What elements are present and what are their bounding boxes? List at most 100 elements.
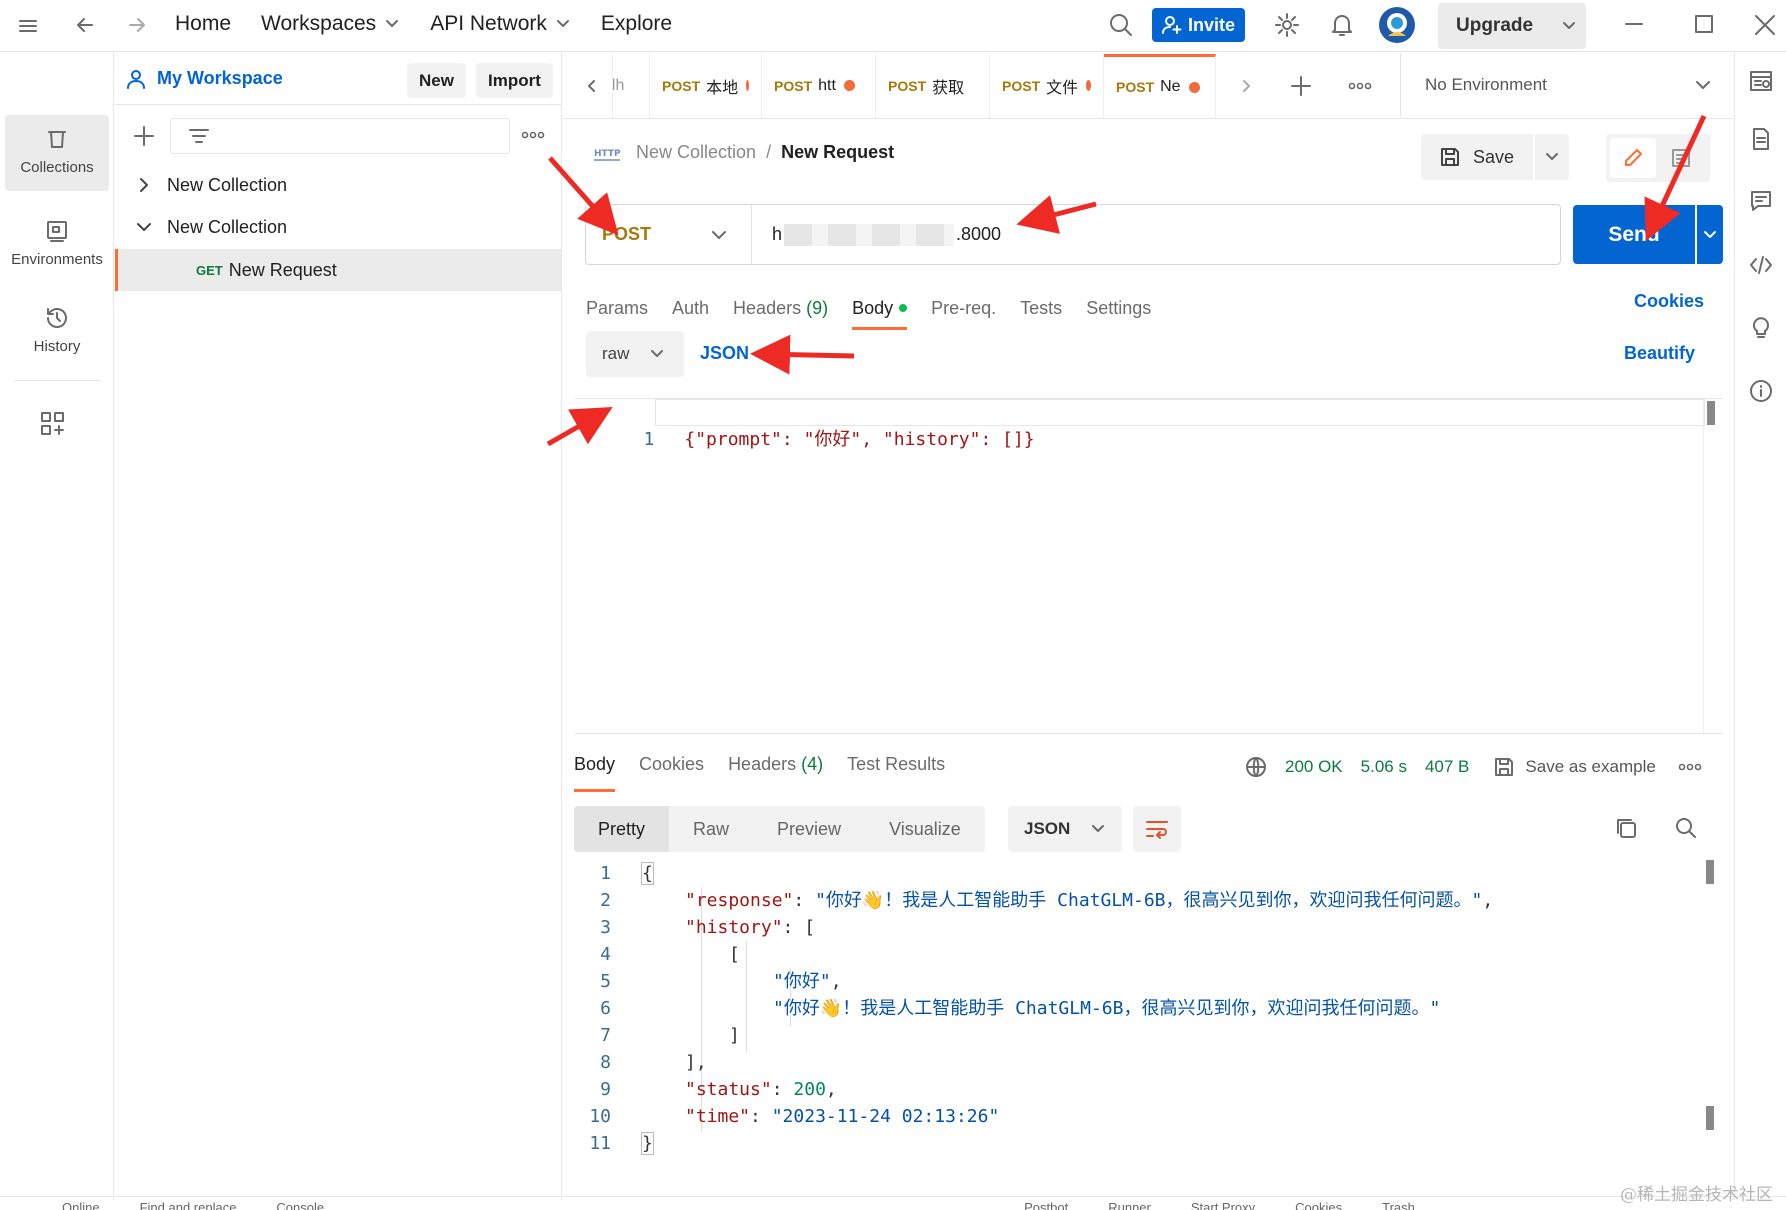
method-select[interactable]: POST (586, 205, 752, 264)
status-online[interactable]: Online (62, 1200, 100, 1210)
send-button[interactable]: Send (1573, 205, 1695, 264)
scroll-thumb-top[interactable] (1706, 860, 1714, 884)
tab-params[interactable]: Params (586, 298, 648, 319)
avatar[interactable] (1378, 6, 1416, 44)
view-visualize[interactable]: Visualize (865, 819, 985, 840)
rail-collections[interactable]: Collections (0, 115, 114, 191)
response-tab-tests[interactable]: Test Results (847, 754, 945, 794)
tab-2[interactable]: POST htt (762, 53, 876, 118)
doc-mode-button[interactable] (1656, 138, 1706, 178)
tabs-scroll-left-icon[interactable] (562, 78, 612, 94)
status-runner[interactable]: Runner (1108, 1200, 1151, 1210)
tab-body[interactable]: Body (852, 290, 908, 330)
search-icon[interactable] (1108, 12, 1134, 38)
tab-tests[interactable]: Tests (1020, 298, 1062, 319)
scroll-thumb[interactable] (1706, 401, 1715, 425)
add-icon[interactable] (132, 124, 156, 148)
copy-icon[interactable] (1614, 816, 1638, 840)
response-tab-cookies[interactable]: Cookies (639, 754, 704, 794)
beautify-link[interactable]: Beautify (1624, 343, 1695, 364)
view-raw[interactable]: Raw (669, 819, 753, 840)
view-preview[interactable]: Preview (753, 819, 865, 840)
apps-grid-icon[interactable] (40, 411, 66, 437)
collection-row-1[interactable]: New Collection (115, 165, 561, 205)
code-icon[interactable] (1749, 253, 1773, 277)
tab-0[interactable]: alh (612, 53, 650, 118)
save-options-button[interactable] (1535, 134, 1569, 180)
import-button[interactable]: Import (476, 63, 553, 98)
back-icon[interactable] (72, 12, 98, 38)
gear-icon[interactable] (1274, 12, 1300, 38)
response-tab-headers[interactable]: Headers (4) (728, 754, 823, 794)
url-input[interactable]: h .8000 (772, 205, 1552, 264)
response-time[interactable]: 5.06 s (1361, 757, 1407, 777)
info-icon[interactable] (1749, 379, 1773, 403)
menu-icon[interactable] (16, 14, 40, 38)
forward-icon[interactable] (124, 12, 150, 38)
tab-3[interactable]: POST 获取 (876, 53, 990, 118)
tab-prereq[interactable]: Pre-req. (931, 298, 996, 319)
close-icon[interactable] (1752, 12, 1778, 38)
cookies-link[interactable]: Cookies (1634, 291, 1704, 312)
minimize-icon[interactable] (1622, 12, 1646, 36)
tab-1[interactable]: POST 本地 (650, 53, 762, 118)
nav-explore[interactable]: Explore (601, 12, 672, 36)
response-scrollbar[interactable] (1703, 860, 1717, 1160)
response-format-select[interactable]: JSON (1008, 806, 1122, 852)
status-find-replace[interactable]: Find and replace (140, 1200, 237, 1210)
nav-api-network[interactable]: API Network (430, 12, 571, 36)
status-start-proxy[interactable]: Start Proxy (1191, 1200, 1255, 1210)
environment-quicklook-icon[interactable] (1749, 69, 1773, 93)
comments-icon[interactable] (1749, 189, 1773, 213)
upgrade-button[interactable]: Upgrade (1438, 3, 1586, 49)
more-options-icon[interactable] (521, 127, 545, 143)
status-badge[interactable]: 200 OK (1285, 757, 1343, 777)
page-title[interactable]: New Request (781, 142, 894, 163)
environment-select[interactable]: No Environment (1400, 53, 1734, 117)
breadcrumb-collection[interactable]: New Collection (636, 142, 756, 163)
tab-options-icon[interactable] (1348, 78, 1372, 94)
response-tab-body[interactable]: Body (574, 754, 616, 794)
request-body-editor[interactable]: 1 {"prompt": "你好", "history": []} (575, 398, 1723, 734)
new-tab-icon[interactable] (1290, 75, 1312, 97)
view-pretty[interactable]: Pretty (574, 806, 670, 852)
more-options-icon[interactable] (1678, 759, 1702, 775)
tab-auth[interactable]: Auth (672, 298, 709, 319)
documentation-icon[interactable] (1749, 127, 1773, 151)
globe-icon[interactable] (1245, 756, 1267, 778)
tab-active[interactable]: POST Ne (1104, 53, 1216, 118)
status-cookies[interactable]: Cookies (1295, 1200, 1342, 1210)
request-row[interactable]: GET New Request (115, 249, 561, 291)
response-size[interactable]: 407 B (1425, 757, 1469, 777)
response-body[interactable]: 1{ 2 "response": "你好👋！我是人工智能助手 ChatGLM-6B… (575, 860, 1723, 1160)
lightbulb-icon[interactable] (1749, 315, 1773, 339)
collection-row-2[interactable]: New Collection (115, 207, 561, 247)
status-trash[interactable]: Trash (1382, 1200, 1415, 1210)
invite-button[interactable]: Invite (1152, 8, 1245, 42)
scroll-thumb-bottom[interactable] (1706, 1106, 1714, 1130)
tab-settings[interactable]: Settings (1086, 298, 1151, 319)
send-options-button[interactable] (1697, 205, 1723, 264)
body-format-select[interactable]: JSON (700, 343, 749, 364)
edit-mode-button[interactable] (1610, 138, 1656, 178)
status-console[interactable]: Console (276, 1200, 324, 1210)
save-button[interactable]: Save (1421, 134, 1533, 180)
wrap-lines-button[interactable] (1133, 806, 1181, 852)
maximize-icon[interactable] (1692, 12, 1716, 36)
rail-environments[interactable]: Environments (0, 219, 114, 268)
tab-headers[interactable]: Headers (9) (733, 298, 828, 319)
nav-home[interactable]: Home (175, 12, 231, 36)
editor-scrollbar[interactable] (1703, 399, 1717, 733)
rail-history[interactable]: History (0, 306, 114, 355)
filter-input[interactable] (170, 118, 510, 154)
workspace-name[interactable]: My Workspace (157, 68, 283, 89)
tabs-scroll-right-icon[interactable] (1238, 78, 1254, 94)
save-as-example-button[interactable]: Save as example (1493, 756, 1656, 778)
search-icon[interactable] (1674, 816, 1698, 840)
status-postbot[interactable]: Postbot (1024, 1200, 1068, 1210)
body-mode-select[interactable]: raw (586, 331, 684, 377)
bell-icon[interactable] (1329, 12, 1355, 38)
new-button[interactable]: New (407, 63, 466, 98)
tab-4[interactable]: POST 文件 (990, 53, 1104, 118)
nav-workspaces[interactable]: Workspaces (261, 12, 400, 36)
